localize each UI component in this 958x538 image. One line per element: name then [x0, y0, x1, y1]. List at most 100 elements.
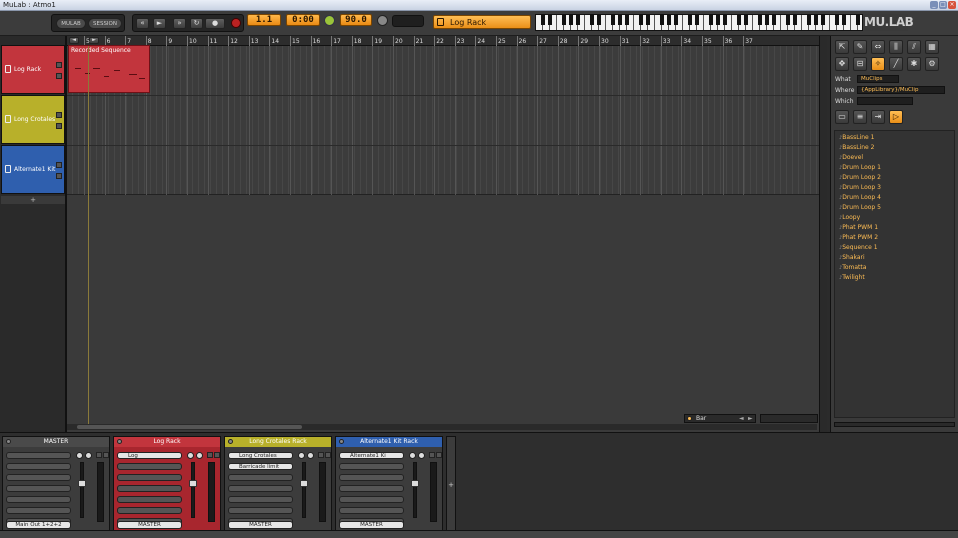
black-key[interactable]	[716, 15, 720, 25]
insert-slot[interactable]: Log	[117, 452, 182, 459]
black-key[interactable]	[765, 15, 769, 25]
fit-icon[interactable]: ⇱	[835, 40, 849, 54]
grid-icon[interactable]: ▦	[925, 40, 939, 54]
solo-button[interactable]	[325, 452, 331, 458]
glue-icon[interactable]: ⫼	[889, 40, 903, 54]
output-select[interactable]: MASTER	[228, 521, 293, 529]
fader-handle[interactable]	[300, 480, 308, 487]
mute-button[interactable]	[56, 62, 62, 68]
arrangement-grid[interactable]	[67, 46, 819, 195]
track-header-log-rack[interactable]: Log Rack	[1, 45, 65, 94]
add-strip-button[interactable]: +	[446, 436, 456, 532]
browser-item[interactable]: Drum Loop 1	[839, 164, 881, 171]
strip-power-icon[interactable]	[117, 439, 122, 444]
browser-item[interactable]: Loopy	[839, 214, 860, 221]
insert-slot[interactable]	[339, 463, 404, 470]
snap-next-icon[interactable]: ►	[748, 415, 753, 423]
mute-button[interactable]	[207, 452, 213, 458]
black-key[interactable]	[842, 15, 846, 25]
black-key[interactable]	[618, 15, 622, 25]
volume-fader[interactable]	[191, 462, 195, 518]
preview-play-icon[interactable]: ▷	[889, 110, 903, 124]
black-key[interactable]	[548, 15, 552, 25]
browser-item[interactable]: Drum Loop 4	[839, 194, 881, 201]
black-key[interactable]	[744, 15, 748, 25]
insert-slot[interactable]: Alternate1 Ki	[339, 452, 404, 459]
browser-item[interactable]: Shakari	[839, 254, 864, 261]
output-select[interactable]: Main Out 1+2+2	[6, 521, 71, 529]
black-key[interactable]	[562, 15, 566, 25]
insert-slot[interactable]	[6, 463, 71, 470]
track-header-long-crotales[interactable]: Long Crotales	[1, 95, 65, 144]
ruler-left-icon[interactable]: ◄	[69, 37, 79, 44]
black-key[interactable]	[674, 15, 678, 25]
black-key[interactable]	[688, 15, 692, 25]
black-key[interactable]	[807, 15, 811, 25]
strip-power-icon[interactable]	[228, 439, 233, 444]
track-header-alternate1-kit[interactable]: Alternate1 Kit	[1, 145, 65, 194]
which-field[interactable]	[857, 97, 913, 105]
insert-slot[interactable]	[228, 507, 293, 514]
add-track-button[interactable]: +	[1, 196, 65, 204]
black-key[interactable]	[590, 15, 594, 25]
browser-item[interactable]: Drum Loop 5	[839, 204, 881, 211]
black-key[interactable]	[758, 15, 762, 25]
strip-power-icon[interactable]	[339, 439, 344, 444]
browser-scrollbar[interactable]	[834, 422, 955, 427]
solo-button[interactable]	[56, 173, 62, 179]
black-key[interactable]	[576, 15, 580, 25]
insert-slot[interactable]	[228, 474, 293, 481]
send-knob[interactable]	[418, 452, 425, 459]
browser-item[interactable]: Drum Loop 2	[839, 174, 881, 181]
record-mode-icon[interactable]: ●	[205, 18, 225, 29]
mute-button[interactable]	[56, 162, 62, 168]
vertical-scrollbar[interactable]	[819, 36, 827, 432]
black-key[interactable]	[597, 15, 601, 25]
black-key[interactable]	[814, 15, 818, 25]
black-key[interactable]	[611, 15, 615, 25]
settings-icon[interactable]: ⚙	[925, 57, 939, 71]
insert-slot[interactable]	[6, 452, 71, 459]
mute-button[interactable]	[429, 452, 435, 458]
fader-handle[interactable]	[78, 480, 86, 487]
split-icon[interactable]: ⇔	[871, 40, 885, 54]
black-key[interactable]	[660, 15, 664, 25]
black-key[interactable]	[793, 15, 797, 25]
insert-slot[interactable]	[6, 496, 71, 503]
solo-button[interactable]	[214, 452, 220, 458]
solo-button[interactable]	[56, 123, 62, 129]
pan-knob[interactable]	[409, 452, 416, 459]
black-key[interactable]	[625, 15, 629, 25]
fast-forward-icon[interactable]: »	[173, 18, 186, 29]
black-key[interactable]	[667, 15, 671, 25]
insert-slot[interactable]	[117, 474, 182, 481]
insert-slot[interactable]	[117, 507, 182, 514]
record-icon[interactable]	[231, 18, 241, 28]
black-key[interactable]	[772, 15, 776, 25]
move-icon[interactable]: ✥	[835, 57, 849, 71]
browser-item[interactable]: Tomatta	[839, 264, 866, 271]
insert-slot[interactable]	[6, 485, 71, 492]
where-field[interactable]: {AppLibrary}/MuClip	[857, 86, 945, 94]
strip-power-icon[interactable]	[6, 439, 11, 444]
close-icon[interactable]: ×	[948, 1, 956, 9]
black-key[interactable]	[695, 15, 699, 25]
maximize-icon[interactable]: □	[939, 1, 947, 9]
browser-item[interactable]: Sequence 1	[839, 244, 877, 251]
volume-fader[interactable]	[302, 462, 306, 518]
insert-slot[interactable]	[339, 474, 404, 481]
timeline-ruler[interactable]: ◄ ► 5 6 7 8 9 10 11 12 13 14 15 16 17 18 19 20 21 22 23 24 2…	[67, 36, 827, 46]
browser-item[interactable]: Phat PWM 1	[839, 224, 878, 231]
insert-slot[interactable]	[339, 507, 404, 514]
insert-slot[interactable]	[339, 485, 404, 492]
import-icon[interactable]: ⇥	[871, 110, 885, 124]
mute-button[interactable]	[56, 112, 62, 118]
list-icon[interactable]: ≡	[853, 110, 867, 124]
black-key[interactable]	[541, 15, 545, 25]
metronome-icon[interactable]	[324, 15, 335, 26]
solo-button[interactable]	[436, 452, 442, 458]
browser-item[interactable]: Drum Loop 3	[839, 184, 881, 191]
snap-select[interactable]: Bar ◄ ►	[684, 414, 756, 423]
align-icon[interactable]: ⊟	[853, 57, 867, 71]
focused-rack-display[interactable]: Log Rack	[433, 15, 531, 29]
